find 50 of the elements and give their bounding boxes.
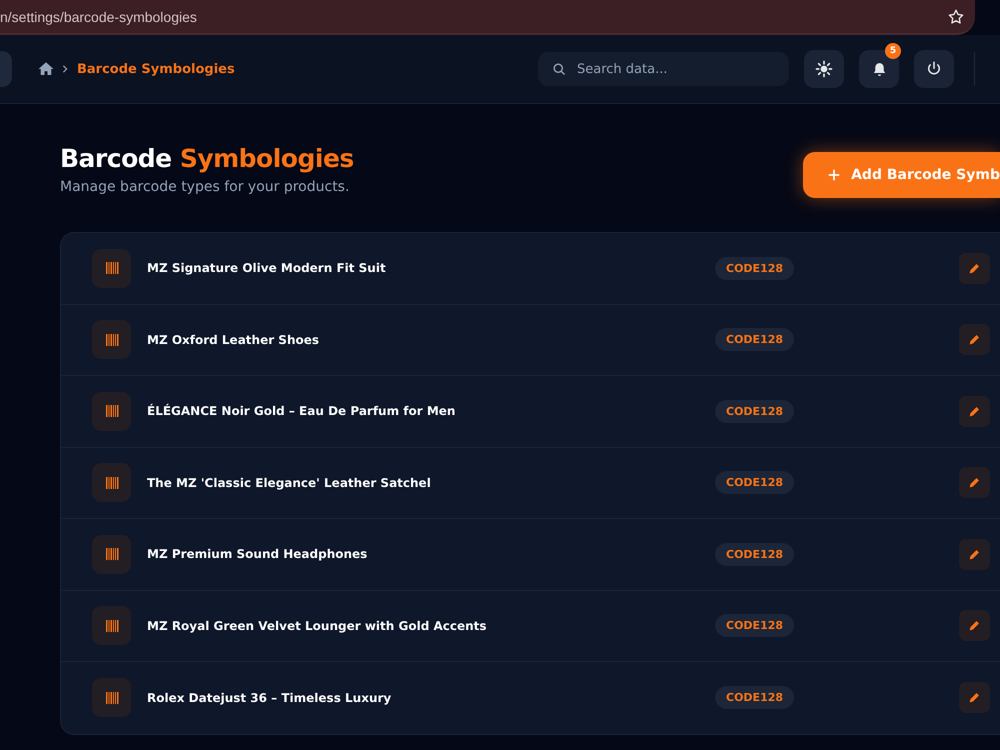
pencil-icon [968,476,981,490]
pencil-icon [968,619,981,632]
url-text: n/settings/barcode-symbologies [0,8,197,24]
symbology-name: MZ Premium Sound Headphones [147,547,368,562]
barcode-icon [92,248,131,288]
search-icon [552,62,567,77]
pencil-icon [968,262,981,275]
chevron-icon [61,64,69,74]
search-field[interactable]: Search data... [538,52,789,86]
breadcrumb-current[interactable]: Barcode Symbologies [77,62,235,76]
barcode-icon [92,678,131,718]
symbology-name: ÉLÉGANCE Noir Gold – Eau De Parfum for Men [147,404,456,418]
symbology-name: The MZ 'Classic Elegance' Leather Satchel [147,476,432,490]
edit-button[interactable] [959,610,990,642]
type-tag: CODE128 [715,328,794,352]
pencil-icon [968,333,981,346]
symbology-name: Rolex Datejust 36 – Timeless Luxury [147,690,392,705]
address-bar[interactable]: n/settings/barcode-symbologies [0,0,975,35]
type-tag: CODE128 [715,686,794,710]
page-subtitle: Manage barcode types for your products. [60,179,350,195]
symbology-name: MZ Oxford Leather Shoes [147,332,320,347]
edit-button[interactable] [959,467,990,498]
sun-icon [815,60,833,78]
page-title: Barcode Symbologies [60,144,354,173]
pencil-icon [968,691,981,704]
type-tag: CODE128 [715,400,794,423]
symbology-name: MZ Royal Green Velvet Lounger with Gold Accents [147,618,488,633]
barcode-icon [92,463,131,502]
power-button[interactable] [914,50,954,88]
home-icon[interactable] [37,60,55,78]
star-icon[interactable] [947,8,965,26]
barcode-icon [92,320,131,360]
barcode-icon [92,606,131,646]
type-tag: CODE128 [715,471,794,494]
barcode-icon [92,534,131,574]
edit-button[interactable] [959,538,990,570]
type-tag: CODE128 [715,614,794,638]
pencil-icon [968,404,981,418]
edit-button[interactable] [959,396,990,427]
type-tag: CODE128 [715,542,794,566]
edit-button[interactable] [959,682,990,714]
barcode-icon [92,392,131,431]
pencil-icon [968,548,981,561]
notification-count: 5 [885,43,901,59]
edit-button[interactable] [959,324,990,356]
theme-button[interactable] [804,50,844,88]
edit-button[interactable] [959,252,990,284]
plus-icon [827,168,842,182]
type-tag: CODE128 [715,256,794,280]
symbology-name: MZ Signature Olive Modern Fit Suit [147,261,387,276]
